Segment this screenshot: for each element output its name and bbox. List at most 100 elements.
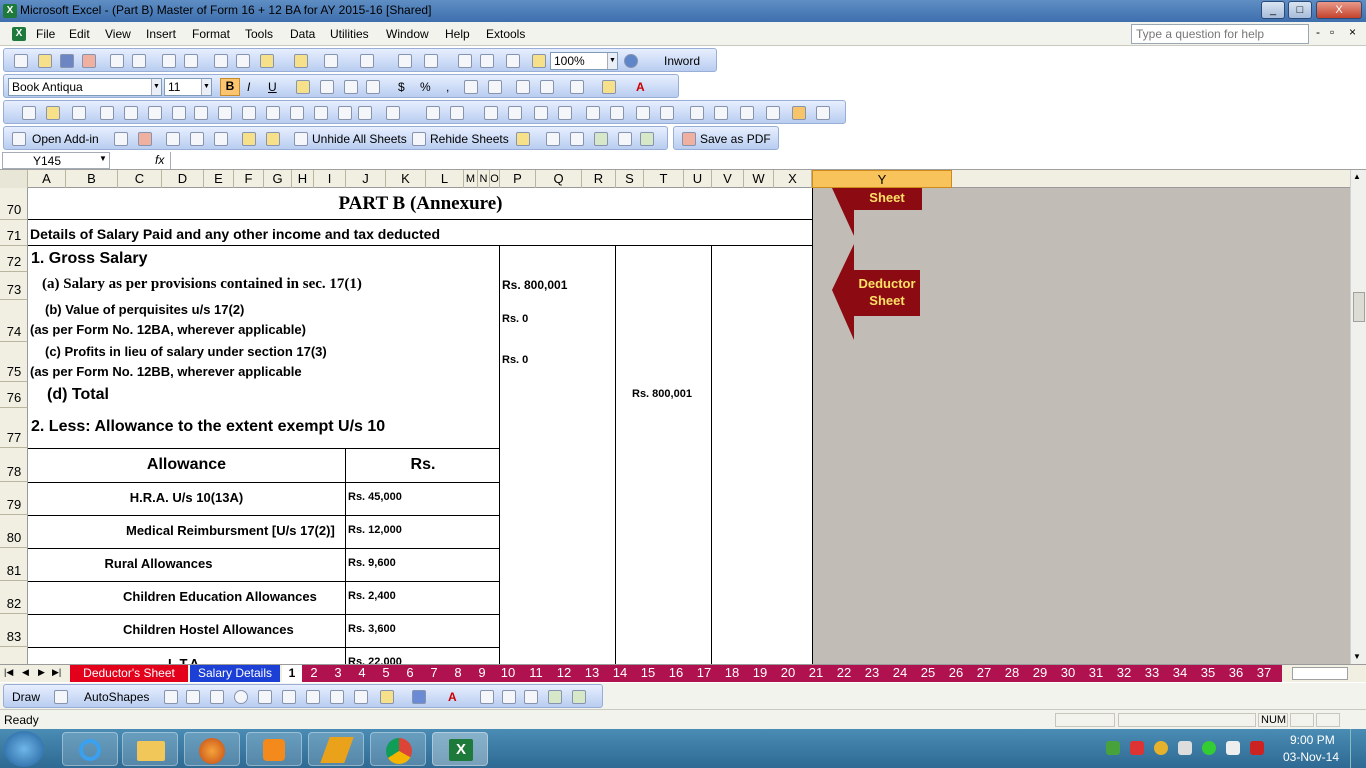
- perquisites-cell[interactable]: (b) Value of perquisites u/s 17(2): [45, 302, 244, 317]
- checkbox-icon[interactable]: [100, 106, 114, 120]
- column-header[interactable]: J: [346, 170, 386, 188]
- copy-icon[interactable]: [236, 54, 250, 68]
- last-sheet-icon[interactable]: ▶|: [52, 667, 61, 678]
- tab-sheet-number[interactable]: 16: [662, 665, 690, 682]
- tab-sheet-number[interactable]: 7: [422, 665, 446, 682]
- select-objects-icon[interactable]: [54, 690, 68, 704]
- column-header[interactable]: K: [386, 170, 426, 188]
- allowance-name[interactable]: Children Education Allowances: [123, 589, 317, 604]
- row-header[interactable]: 81: [0, 548, 28, 581]
- tab-sheet-number[interactable]: 29: [1026, 665, 1054, 682]
- comma-button[interactable]: ,: [446, 80, 449, 94]
- text-icon[interactable]: [426, 106, 440, 120]
- percent-button[interactable]: %: [420, 80, 431, 94]
- inword-button[interactable]: Inword: [664, 54, 700, 68]
- tab-sheet-number[interactable]: 22: [830, 665, 858, 682]
- button-icon[interactable]: [148, 106, 162, 120]
- check-icon[interactable]: [534, 106, 548, 120]
- help-icon[interactable]: [624, 54, 638, 68]
- rehide-icon[interactable]: [412, 132, 426, 146]
- workbook-icon[interactable]: X: [12, 27, 26, 41]
- hyperlink-icon[interactable]: [398, 54, 412, 68]
- tab-sheet-number[interactable]: 20: [774, 665, 802, 682]
- tab-sheet-number[interactable]: 23: [858, 665, 886, 682]
- subtitle-cell[interactable]: Details of Salary Paid and any other inc…: [30, 226, 440, 242]
- tab-sheet-number[interactable]: 6: [398, 665, 422, 682]
- function-icon[interactable]: fx: [155, 153, 164, 167]
- arrow-icon[interactable]: [186, 690, 200, 704]
- format-painter-icon[interactable]: [294, 54, 308, 68]
- image-icon[interactable]: [740, 106, 754, 120]
- decrease-decimal-icon[interactable]: [488, 80, 502, 94]
- chevron-down-icon[interactable]: ▼: [151, 79, 161, 95]
- column-header[interactable]: D: [162, 170, 204, 188]
- column-header[interactable]: O: [490, 170, 500, 188]
- addin-icon-4[interactable]: [190, 132, 204, 146]
- menu-extools[interactable]: Extools: [486, 27, 525, 41]
- column-header-selected[interactable]: Y: [812, 170, 952, 188]
- addin-icon-3[interactable]: [166, 132, 180, 146]
- tab-deductors-sheet[interactable]: Deductor's Sheet: [70, 665, 188, 682]
- menu-data[interactable]: Data: [290, 27, 315, 41]
- align-center-icon[interactable]: [320, 80, 334, 94]
- winamp-taskbar-icon[interactable]: [308, 732, 364, 766]
- column-header[interactable]: A: [28, 170, 66, 188]
- addin-icon-10[interactable]: [640, 132, 654, 146]
- tab-sheet-number[interactable]: 30: [1054, 665, 1082, 682]
- tab-sheet-number[interactable]: 36: [1222, 665, 1250, 682]
- profits-note-cell[interactable]: (as per Form No. 12BB, wherever applicab…: [30, 364, 302, 379]
- doc-close-button[interactable]: ×: [1349, 25, 1356, 39]
- autosum-icon[interactable]: [424, 54, 438, 68]
- tab-sheet-number[interactable]: 24: [886, 665, 914, 682]
- doc-restore-button[interactable]: ▫: [1330, 25, 1334, 39]
- allowance-name[interactable]: L.T.A.: [168, 656, 203, 664]
- profits-cell[interactable]: (c) Profits in lieu of salary under sect…: [45, 344, 327, 359]
- amount-b-cell[interactable]: Rs. 0: [502, 313, 528, 325]
- row-header[interactable]: 79: [0, 482, 28, 515]
- open-addin-icon[interactable]: [12, 132, 26, 146]
- ie-taskbar-icon[interactable]: [62, 732, 118, 766]
- chevron-down-icon[interactable]: ▼: [201, 79, 211, 95]
- media-taskbar-icon[interactable]: [246, 732, 302, 766]
- scrollbar-icon[interactable]: [242, 106, 256, 120]
- tab-sheet-number[interactable]: 33: [1138, 665, 1166, 682]
- menu-window[interactable]: Window: [386, 27, 429, 41]
- part-b-title[interactable]: PART B (Annexure): [28, 193, 813, 215]
- chevron-down-icon[interactable]: ▼: [99, 154, 107, 163]
- column-header[interactable]: M: [464, 170, 478, 188]
- minimize-button[interactable]: _: [1261, 1, 1285, 19]
- worksheet-grid[interactable]: PART B (Annexure) Details of Salary Paid…: [28, 188, 813, 664]
- column-header[interactable]: C: [118, 170, 162, 188]
- tab-sheet-number[interactable]: 27: [970, 665, 998, 682]
- deductor-sheet-shape-top[interactable]: Sheet: [832, 184, 932, 238]
- name-box[interactable]: Y145: [2, 152, 110, 169]
- lock-icon[interactable]: [266, 132, 280, 146]
- prev-sheet-icon[interactable]: ◀: [22, 667, 29, 678]
- allowance-name[interactable]: Rural Allowances: [28, 556, 345, 571]
- maximize-button[interactable]: □: [1288, 1, 1312, 19]
- drawing-icon[interactable]: [532, 54, 546, 68]
- tab-sheet-number[interactable]: 32: [1110, 665, 1138, 682]
- tab-sheet-number[interactable]: 5: [374, 665, 398, 682]
- listbox-icon[interactable]: [194, 106, 208, 120]
- start-button[interactable]: [4, 731, 44, 767]
- save-as-pdf-button[interactable]: Save as PDF: [700, 132, 771, 146]
- clock-time[interactable]: 9:00 PM: [1290, 733, 1335, 747]
- draw-menu[interactable]: Draw: [12, 690, 40, 704]
- grid-icon[interactable]: [338, 106, 352, 120]
- new-icon[interactable]: [14, 54, 28, 68]
- tray-flag-icon[interactable]: [1226, 741, 1240, 755]
- combo-icon[interactable]: [218, 106, 232, 120]
- column-header[interactable]: W: [744, 170, 774, 188]
- open-addin-button[interactable]: Open Add-in: [32, 132, 99, 146]
- column-header[interactable]: H: [292, 170, 314, 188]
- excel-app-icon[interactable]: X: [3, 4, 17, 18]
- column-header[interactable]: G: [264, 170, 292, 188]
- label-control-icon[interactable]: [714, 106, 728, 120]
- column-header[interactable]: X: [774, 170, 812, 188]
- menu-format[interactable]: Format: [192, 27, 230, 41]
- zoom-select[interactable]: 100% ▼: [550, 52, 618, 70]
- tab-sheet-number[interactable]: 3: [326, 665, 350, 682]
- column-header[interactable]: F: [234, 170, 264, 188]
- pdf-icon[interactable]: [682, 132, 696, 146]
